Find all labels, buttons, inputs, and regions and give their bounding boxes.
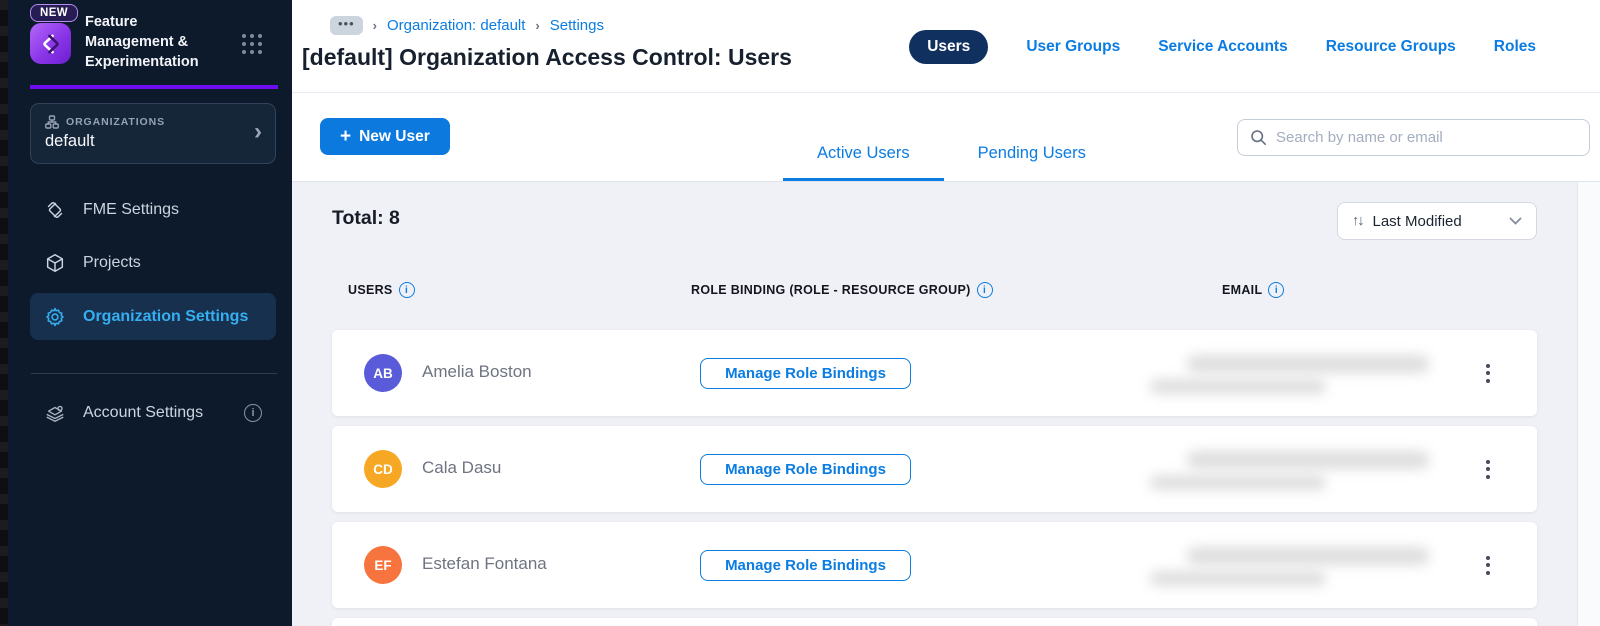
new-user-button[interactable]: + New User — [320, 118, 450, 155]
tab-active-users[interactable]: Active Users — [783, 144, 944, 181]
main-panel: ••• › Organization: default › Settings [… — [292, 0, 1600, 626]
manage-role-bindings-button[interactable]: Manage Role Bindings — [700, 550, 911, 581]
sidebar-item-account-settings[interactable]: Account Settings i — [30, 393, 276, 433]
search-box — [1237, 119, 1590, 156]
redacted-email — [1187, 355, 1429, 373]
sort-dropdown[interactable]: ↑↓ Last Modified — [1337, 202, 1537, 240]
brand-accent-bar — [30, 85, 278, 89]
row-menu-kebab-icon[interactable] — [1481, 550, 1495, 580]
cube-icon — [46, 254, 64, 272]
new-badge: NEW — [30, 4, 79, 22]
chevron-down-icon — [1509, 217, 1522, 225]
nav-tab-users[interactable]: Users — [909, 29, 989, 64]
redacted-email — [1150, 571, 1326, 586]
user-name: Cala Dasu — [422, 458, 502, 477]
toolbar: + New User Active Users Pending Users — [292, 93, 1600, 182]
nav-tab-service-accounts[interactable]: Service Accounts — [1158, 38, 1288, 56]
avatar: CD — [364, 450, 402, 488]
product-brand: NEW Feature Management & Experimentation — [8, 0, 292, 86]
nav-tab-roles[interactable]: Roles — [1494, 38, 1536, 56]
sidebar-item-label: FME Settings — [83, 201, 180, 218]
column-header-users: USERS i — [348, 282, 415, 298]
sort-arrows-icon: ↑↓ — [1352, 213, 1364, 229]
sidebar-divider — [31, 373, 277, 374]
user-list: AB Amelia Boston Manage Role Bindings CD… — [332, 330, 1537, 626]
manage-role-bindings-button[interactable]: Manage Role Bindings — [700, 358, 911, 389]
avatar: AB — [364, 354, 402, 392]
chevron-right-icon: › — [254, 118, 262, 145]
table-row-partial — [332, 618, 1537, 626]
redacted-email — [1150, 379, 1326, 394]
redacted-email — [1187, 547, 1429, 565]
avatar: EF — [364, 546, 402, 584]
user-state-tabs: Active Users Pending Users — [783, 144, 1120, 181]
scroll-gutter[interactable] — [1577, 182, 1600, 626]
sidebar-item-label: Organization Settings — [83, 307, 249, 325]
breadcrumb: ••• › Organization: default › Settings — [330, 16, 604, 35]
sidebar-item-label: Account Settings — [83, 404, 204, 421]
nav-tab-resource-groups[interactable]: Resource Groups — [1326, 38, 1456, 56]
table-row: EF Estefan Fontana Manage Role Bindings — [332, 522, 1537, 608]
manage-role-bindings-button[interactable]: Manage Role Bindings — [700, 454, 911, 485]
split-icon — [47, 201, 63, 219]
info-icon[interactable]: i — [398, 282, 415, 298]
layers-icon — [46, 405, 64, 422]
breadcrumb-link-settings[interactable]: Settings — [550, 17, 604, 34]
page-header: ••• › Organization: default › Settings [… — [292, 0, 1600, 93]
screen: NEW Feature Management & Experimentation — [0, 0, 1600, 626]
gear-icon — [46, 307, 64, 326]
page-title: [default] Organization Access Control: U… — [302, 44, 792, 70]
desktop-edge-strip — [0, 0, 8, 626]
sort-value: Last Modified — [1372, 212, 1462, 230]
product-title: Feature Management & Experimentation — [85, 14, 199, 70]
organization-value: default — [45, 132, 95, 150]
row-menu-kebab-icon[interactable] — [1481, 454, 1495, 484]
chevron-right-icon: › — [535, 18, 540, 33]
user-name: Amelia Boston — [422, 362, 532, 381]
info-icon[interactable]: i — [1268, 282, 1285, 298]
total-count: Total: 8 — [332, 207, 400, 229]
table-row: CD Cala Dasu Manage Role Bindings — [332, 426, 1537, 512]
org-hierarchy-icon — [45, 115, 59, 129]
plus-icon: + — [340, 126, 352, 147]
redacted-email — [1150, 475, 1326, 490]
breadcrumb-link-organization[interactable]: Organization: default — [387, 17, 525, 34]
column-header-email: EMAIL i — [1222, 282, 1285, 298]
chevron-right-icon: › — [372, 18, 377, 33]
organization-selector[interactable]: ORGANIZATIONS default › — [30, 103, 276, 164]
product-logo-icon — [30, 23, 71, 64]
sidebar: NEW Feature Management & Experimentation — [8, 0, 292, 626]
tab-pending-users[interactable]: Pending Users — [944, 144, 1120, 181]
info-icon[interactable]: i — [976, 282, 993, 298]
apps-grid-icon[interactable] — [242, 34, 262, 54]
table-row: AB Amelia Boston Manage Role Bindings — [332, 330, 1537, 416]
breadcrumb-ellipsis-button[interactable]: ••• — [330, 16, 363, 35]
sidebar-item-organization-settings[interactable]: Organization Settings — [30, 293, 276, 340]
search-icon — [1251, 130, 1266, 145]
row-menu-kebab-icon[interactable] — [1481, 358, 1495, 388]
organizations-label: ORGANIZATIONS — [66, 116, 166, 128]
table-header-row: USERS i ROLE BINDING (ROLE - RESOURCE GR… — [292, 282, 1600, 300]
column-header-role-binding: ROLE BINDING (ROLE - RESOURCE GROUP) i — [691, 282, 993, 298]
redacted-email — [1187, 451, 1429, 469]
sidebar-item-label: Projects — [83, 254, 141, 271]
sidebar-item-fme-settings[interactable]: FME Settings — [30, 190, 276, 230]
users-content: Total: 8 ↑↓ Last Modified USERS i ROLE B… — [292, 182, 1600, 626]
search-input[interactable] — [1276, 129, 1577, 146]
info-icon[interactable]: i — [244, 404, 262, 422]
sidebar-item-projects[interactable]: Projects — [30, 243, 276, 283]
nav-tab-user-groups[interactable]: User Groups — [1026, 38, 1120, 56]
user-name: Estefan Fontana — [422, 554, 547, 573]
access-control-nav: Users User Groups Service Accounts Resou… — [909, 0, 1536, 93]
